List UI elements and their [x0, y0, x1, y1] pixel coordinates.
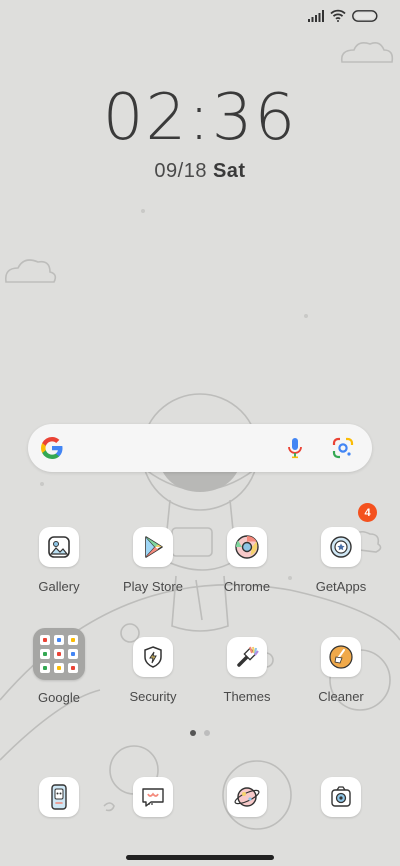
folder-app-icon	[68, 635, 78, 645]
app-label: Themes	[223, 689, 271, 704]
app-label: Gallery	[38, 579, 80, 594]
app-play-store[interactable]: Play Store	[108, 527, 198, 594]
app-security[interactable]: Security	[108, 637, 198, 704]
gallery-icon	[39, 527, 79, 567]
status-bar	[308, 8, 378, 28]
google-search-bar[interactable]	[28, 424, 372, 472]
phone-icon	[39, 777, 79, 817]
battery-icon	[352, 9, 378, 27]
getapps-icon: 4	[321, 503, 377, 567]
themes-icon	[227, 637, 267, 677]
dock-phone[interactable]	[14, 777, 104, 817]
signal-icon	[308, 9, 324, 27]
page-dot-active[interactable]	[190, 730, 196, 736]
browser-icon	[227, 777, 267, 817]
folder-app-icon	[40, 649, 50, 659]
app-label: Play Store	[123, 579, 183, 594]
cleaner-icon	[321, 637, 361, 677]
clock-time: 02:36	[102, 81, 298, 155]
chrome-icon	[227, 527, 267, 567]
folder-app-icon	[68, 663, 78, 673]
wifi-icon	[330, 9, 346, 27]
microphone-icon[interactable]	[286, 436, 304, 465]
clock-day: Sat	[212, 160, 246, 182]
security-icon	[133, 637, 173, 677]
app-gallery[interactable]: Gallery	[14, 527, 104, 594]
camera-icon	[321, 777, 361, 817]
messaging-icon	[133, 777, 173, 817]
dock-messaging[interactable]	[108, 777, 198, 817]
folder-app-icon	[68, 649, 78, 659]
dock-browser[interactable]	[202, 777, 292, 817]
folder-app-icon	[54, 663, 64, 673]
home-gesture-bar[interactable]	[126, 855, 274, 860]
app-themes[interactable]: Themes	[202, 637, 292, 704]
notification-badge: 4	[358, 503, 377, 522]
folder-app-icon	[54, 649, 64, 659]
clock-widget[interactable]: 02:36 09/18 Sat	[0, 86, 400, 183]
app-getapps[interactable]: 4 GetApps	[296, 503, 386, 594]
google-g-icon	[40, 436, 64, 465]
clock-date-line: 09/18 Sat	[0, 160, 400, 183]
app-label: GetApps	[315, 579, 367, 594]
page-dot[interactable]	[204, 730, 210, 736]
clock-date: 09/18	[154, 160, 207, 182]
play-store-icon	[133, 527, 173, 567]
app-label: Google	[38, 690, 80, 705]
google-lens-icon[interactable]	[332, 437, 354, 464]
folder-google[interactable]: Google	[14, 628, 104, 705]
folder-app-icon	[40, 663, 50, 673]
dock-camera[interactable]	[296, 777, 386, 817]
app-label: Cleaner	[318, 689, 364, 704]
app-label: Chrome	[223, 579, 271, 594]
google-folder-icon	[33, 628, 85, 680]
app-label: Security	[129, 689, 177, 704]
folder-app-icon	[40, 635, 50, 645]
folder-app-icon	[54, 635, 64, 645]
app-chrome[interactable]: Chrome	[202, 527, 292, 594]
page-indicator	[0, 730, 400, 736]
app-cleaner[interactable]: Cleaner	[296, 637, 386, 704]
